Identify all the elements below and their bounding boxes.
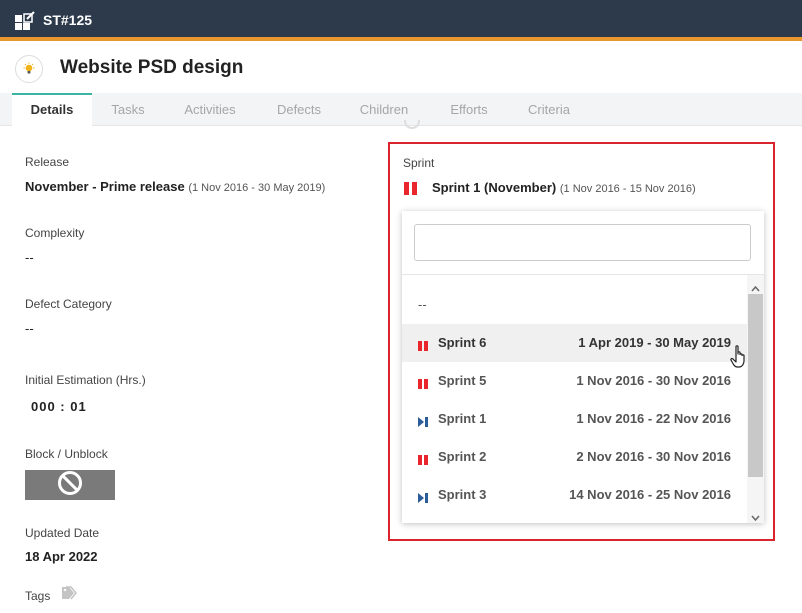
complexity-value[interactable]: -- [25,250,34,265]
option-name: Sprint 2 [438,449,487,464]
sprint-option[interactable]: Sprint 3 14 Nov 2016 - 25 Nov 2016 [402,476,747,514]
updated-date-label: Updated Date [25,526,100,540]
page-header: Website PSD design [0,45,802,93]
tab-tasks[interactable]: Tasks [98,93,158,126]
skip-icon [418,490,428,508]
sprint-option[interactable]: Sprint 6 1 Apr 2019 - 30 May 2019 [402,324,747,362]
story-id: ST#125 [43,12,93,28]
tab-bar: Details Tasks Activities Defects Childre… [0,93,802,126]
option-range: 1 Nov 2016 - 22 Nov 2016 [576,411,731,426]
initial-estimation-value[interactable]: 000 : 01 [31,399,87,414]
dropdown-scrollbar[interactable] [747,275,764,523]
sprint-label: Sprint [403,156,435,170]
sprint-option[interactable]: Sprint 2 2 Nov 2016 - 30 Nov 2016 [402,438,747,476]
pause-icon [418,376,428,394]
block-icon [57,470,83,501]
release-name: November - Prime release [25,179,185,194]
page-title: Website PSD design [60,57,244,78]
edit-logo-icon [15,11,35,31]
scroll-down-icon[interactable] [751,508,760,526]
sprint-option[interactable]: Sprint 1 1 Nov 2016 - 22 Nov 2016 [402,400,747,438]
sprint-dropdown: -- Sprint 6 1 Apr 2019 - 30 May 2019 Spr… [402,211,764,523]
hand-cursor-icon [730,345,750,374]
sprint-option-empty[interactable]: -- [402,286,747,324]
option-range: 2 Nov 2016 - 30 Nov 2016 [576,449,731,464]
option-name: Sprint 3 [438,487,487,502]
scrollbar-thumb[interactable] [748,294,763,477]
initial-estimation-label: Initial Estimation (Hrs.) [25,373,146,387]
option-range: 1 Nov 2016 - 30 Nov 2016 [576,373,731,388]
top-bar: ST#125 [0,0,802,41]
defect-category-value[interactable]: -- [25,321,34,336]
option-range: 1 Apr 2019 - 30 May 2019 [578,335,731,350]
complexity-label: Complexity [25,226,85,240]
sprint-section: Sprint Sprint 1 (November) (1 Nov 2016 -… [388,142,775,541]
scroll-indicator [404,120,420,129]
option-name: Sprint 6 [438,335,487,350]
sprint-search-input[interactable] [414,224,751,261]
tab-activities[interactable]: Activities [170,93,250,126]
release-label: Release [25,155,70,169]
defect-category-label: Defect Category [25,297,112,311]
release-range: (1 Nov 2016 - 30 May 2019) [188,182,326,194]
block-toggle-button[interactable] [25,470,115,500]
sprint-selected-name: Sprint 1 (November) [432,180,557,195]
tab-details[interactable]: Details [12,93,92,126]
pause-icon [418,338,428,356]
sprint-selected-range: (1 Nov 2016 - 15 Nov 2016) [559,183,696,195]
tab-criteria[interactable]: Criteria [516,93,582,126]
tab-efforts[interactable]: Efforts [438,93,500,126]
sprint-selected[interactable]: Sprint 1 (November) (1 Nov 2016 - 15 Nov… [432,180,696,195]
pause-icon [418,452,428,470]
option-range: 14 Nov 2016 - 25 Nov 2016 [569,487,731,502]
updated-date-value: 18 Apr 2022 [25,549,98,564]
tags-label: Tags [25,589,51,603]
release-value[interactable]: November - Prime release (1 Nov 2016 - 3… [25,179,325,194]
skip-icon [418,414,428,432]
lightbulb-icon [15,55,43,83]
block-unblock-label: Block / Unblock [25,447,108,461]
option-label: -- [418,297,427,312]
pause-icon [404,182,417,200]
sprint-option[interactable]: Sprint 5 1 Nov 2016 - 30 Nov 2016 [402,362,747,400]
option-name: Sprint 5 [438,373,487,388]
tag-icon[interactable] [61,586,79,605]
dropdown-divider [402,274,764,275]
option-name: Sprint 1 [438,411,487,426]
tab-defects[interactable]: Defects [266,93,332,126]
